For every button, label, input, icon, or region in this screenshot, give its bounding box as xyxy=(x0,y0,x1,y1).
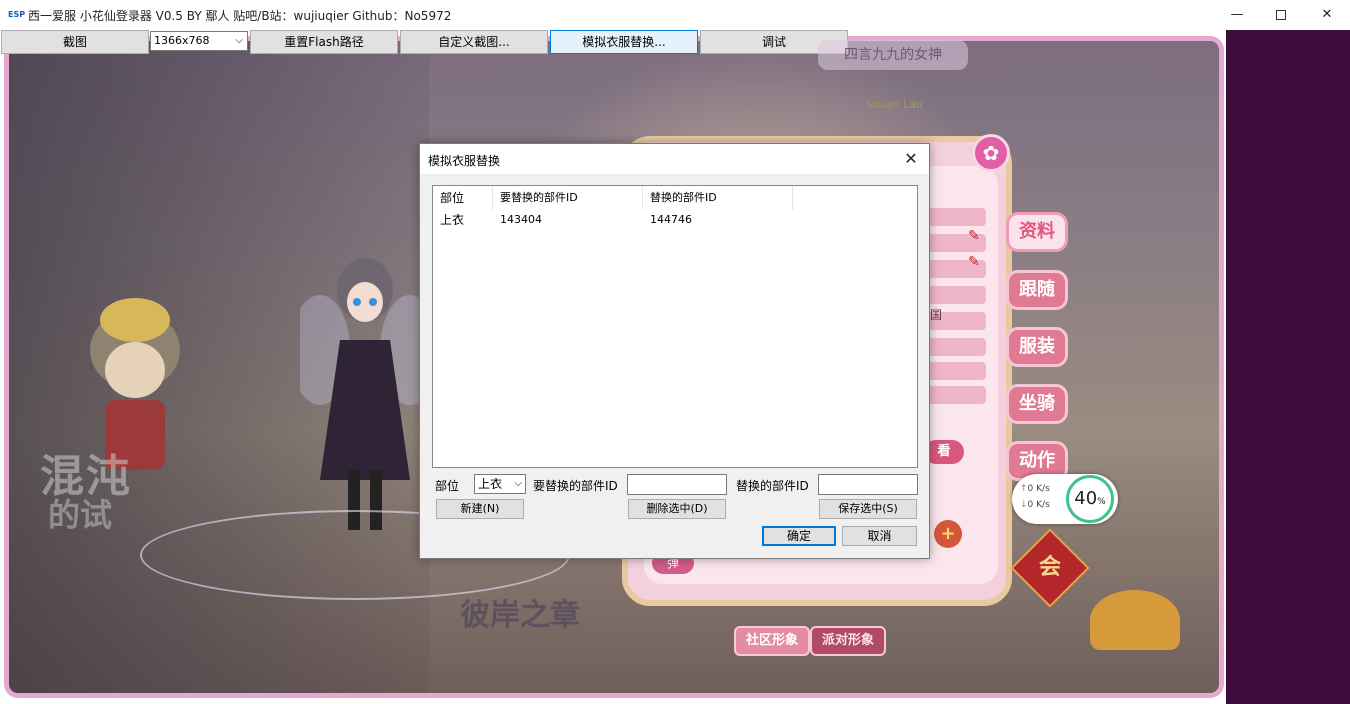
replace-id-label: 替换的部件ID xyxy=(736,479,809,493)
tab-party-look[interactable]: 派对形象 xyxy=(810,626,886,656)
column-header-part[interactable]: 部位 xyxy=(433,186,493,210)
costume-replace-button[interactable]: 模拟衣服替换... xyxy=(550,30,698,54)
cancel-button[interactable]: 取消 xyxy=(842,526,917,546)
inspect-button[interactable]: 看 xyxy=(924,440,964,464)
pencil-icon[interactable]: ✎ xyxy=(968,228,986,246)
minimize-button[interactable]: — xyxy=(1214,0,1260,30)
replace-id-input[interactable] xyxy=(818,474,918,495)
event-logo-subtext: 的试 xyxy=(48,496,113,534)
profile-field xyxy=(924,208,986,226)
delete-selected-button[interactable]: 删除选中(D) xyxy=(628,499,726,519)
dialog-titlebar: 模拟衣服替换 ✕ xyxy=(420,144,929,174)
cell-target-id: 143404 xyxy=(500,213,542,226)
profile-field xyxy=(924,362,986,380)
dialog-close-button[interactable]: ✕ xyxy=(900,148,922,170)
windmill-decoration xyxy=(1090,590,1180,650)
tab-follow[interactable]: 跟随 xyxy=(1006,270,1068,310)
download-speed: ↓0 K/s xyxy=(1020,500,1050,510)
resolution-select[interactable]: 1366x768 ⌵ xyxy=(150,31,248,51)
network-speed-widget[interactable]: ↑0 K/s ↓0 K/s 40% xyxy=(1012,474,1118,524)
arrow-down-icon: ↓ xyxy=(1020,500,1028,510)
plus-icon[interactable]: + xyxy=(934,520,962,548)
chevron-down-icon: ⌵ xyxy=(514,478,522,489)
event-badge-label: 会 xyxy=(1038,555,1061,580)
column-header-target-id[interactable]: 要替换的部件ID xyxy=(493,186,643,210)
resolution-value: 1366x768 xyxy=(154,34,210,47)
chevron-down-icon: ⌵ xyxy=(235,35,243,46)
outer-background xyxy=(1226,30,1350,704)
memory-percent: 40% xyxy=(1066,475,1114,523)
minimize-icon: — xyxy=(1230,7,1244,22)
close-window-button[interactable]: ✕ xyxy=(1304,0,1350,30)
app-logo-icon: ESP xyxy=(8,10,26,19)
tab-community-look[interactable]: 社区形象 xyxy=(734,626,810,656)
window-titlebar: ESP 西一爱服 小花仙登录器 V0.5 BY 鄢人 贴吧/B站：wujiuqi… xyxy=(0,0,1350,30)
close-icon: ✕ xyxy=(1321,7,1333,22)
cell-part: 上衣 xyxy=(440,213,465,227)
upload-speed: ↑0 K/s xyxy=(1020,484,1050,494)
maximize-icon xyxy=(1276,9,1286,20)
close-icon: ✕ xyxy=(904,149,918,168)
profile-field xyxy=(924,338,986,356)
screenshot-button[interactable]: 截图 xyxy=(1,30,149,54)
player-title-plate: 四言九九的女神 xyxy=(818,40,968,70)
arrow-up-icon: ↑ xyxy=(1020,484,1028,494)
cell-replace-id: 144746 xyxy=(650,213,692,226)
maximize-button[interactable] xyxy=(1258,0,1304,30)
part-select[interactable]: 上衣 ⌵ xyxy=(474,474,526,494)
target-id-label: 要替换的部件ID xyxy=(533,479,618,493)
chapter-logo-text: 彼岸之章 xyxy=(460,598,580,633)
custom-screenshot-button[interactable]: 自定义截图... xyxy=(400,30,548,54)
tab-outfit[interactable]: 服装 xyxy=(1006,327,1068,367)
fairy-character-image xyxy=(300,258,430,530)
reset-flash-path-button[interactable]: 重置Flash路径 xyxy=(250,30,398,54)
profile-close-button[interactable]: ✿ xyxy=(972,134,1010,172)
region-text: 国 xyxy=(930,308,943,322)
part-select-value: 上衣 xyxy=(478,477,503,491)
window-title: 西一爱服 小花仙登录器 V0.5 BY 鄢人 贴吧/B站：wujiuqier G… xyxy=(28,9,452,23)
column-header-replace-id[interactable]: 替换的部件ID xyxy=(643,186,793,210)
save-selected-button[interactable]: 保存选中(S) xyxy=(819,499,917,519)
tab-profile[interactable]: 资料 xyxy=(1006,212,1068,252)
costume-replace-dialog: 模拟衣服替换 ✕ 部位 要替换的部件ID 替换的部件ID 上衣 143404 1… xyxy=(419,143,930,559)
target-id-input[interactable] xyxy=(627,474,727,495)
new-button[interactable]: 新建(N) xyxy=(436,499,524,519)
profile-field xyxy=(924,286,986,304)
player-name: Susan Lau xyxy=(866,98,923,111)
flower-close-icon: ✿ xyxy=(982,141,1000,165)
part-label: 部位 xyxy=(435,479,460,493)
profile-field xyxy=(924,386,986,404)
tab-mount[interactable]: 坐骑 xyxy=(1006,384,1068,424)
dialog-title: 模拟衣服替换 xyxy=(428,154,501,168)
ok-button[interactable]: 确定 xyxy=(762,526,836,546)
replace-list[interactable]: 部位 要替换的部件ID 替换的部件ID 上衣 143404 144746 xyxy=(432,185,918,468)
pencil-icon[interactable]: ✎ xyxy=(968,254,986,272)
